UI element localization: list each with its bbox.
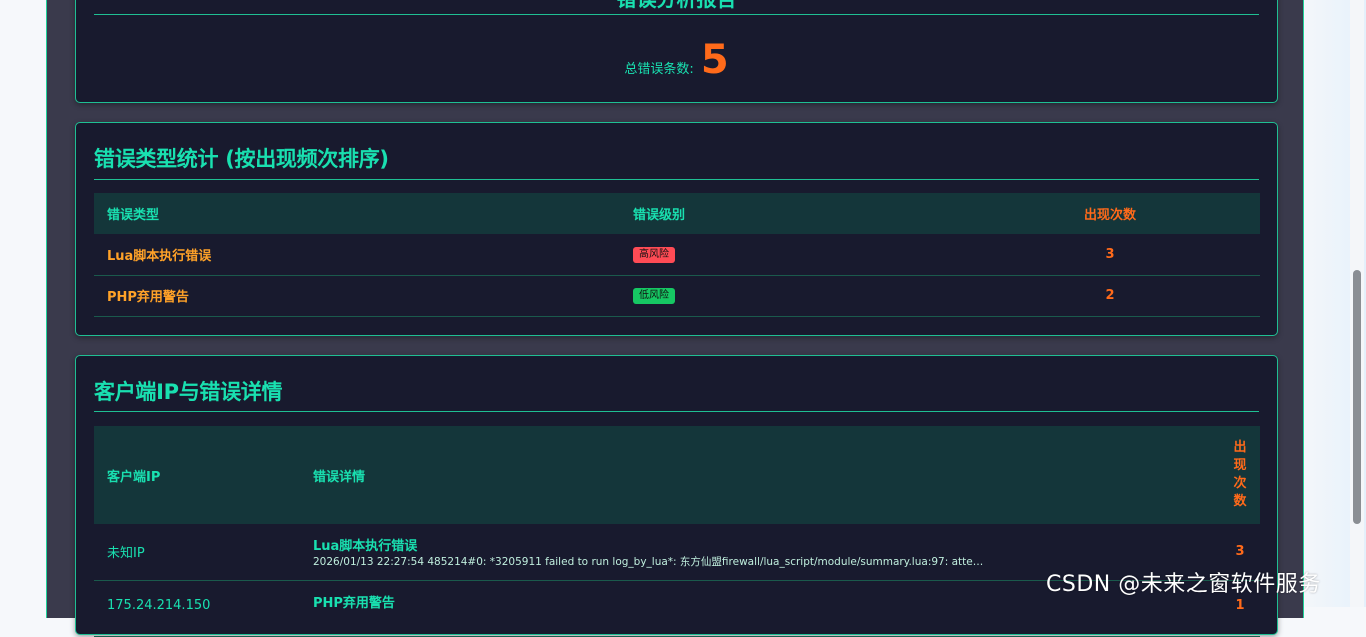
column-header-detail[interactable]: 错误详情 xyxy=(300,426,1220,524)
ip-details-title: 客户端IP与错误详情 xyxy=(94,380,283,404)
count-header-char: 数 xyxy=(1233,494,1247,509)
risk-badge-high: 高风险 xyxy=(633,246,675,263)
title-divider xyxy=(94,14,1259,15)
count-header-char: 次 xyxy=(1233,476,1247,491)
total-errors-value: 5 xyxy=(700,37,729,83)
summary-card: 错误分析报告 总错误条数: 5 xyxy=(75,0,1278,103)
report-title: 错误分析报告 xyxy=(76,0,1277,12)
csdn-watermark: CSDN @未来之窗软件服务 xyxy=(1046,572,1321,597)
title-divider xyxy=(94,411,1259,412)
error-level-cell: 高风险 xyxy=(620,234,960,276)
error-detail-message: 2026/01/13 22:27:54 485214#0: *3205911 f… xyxy=(313,555,993,568)
table-header-row: 错误类型 错误级别 出现次数 xyxy=(94,193,1260,234)
table-header-row: 客户端IP 错误详情 出 现 次 数 xyxy=(94,426,1260,524)
column-header-level[interactable]: 错误级别 xyxy=(620,193,960,234)
column-header-count[interactable]: 出现次数 xyxy=(960,193,1260,234)
table-row[interactable]: PHP弃用警告 低风险 2 xyxy=(94,275,1260,317)
report-container: 错误分析报告 总错误条数: 5 错误类型统计 (按出现频次排序) 错误类型 错误… xyxy=(46,0,1304,637)
error-type-table: 错误类型 错误级别 出现次数 Lua脚本执行错误 高风险 3 PHP弃用警告 低… xyxy=(94,193,1260,317)
error-type-title: 错误类型统计 (按出现频次排序) xyxy=(94,147,389,171)
title-divider xyxy=(94,179,1259,180)
error-type-cell: Lua脚本执行错误 xyxy=(94,234,620,276)
ip-details-table: 客户端IP 错误详情 出 现 次 数 未知IP Lua脚本执行错误 2026/0… xyxy=(94,426,1260,637)
error-count-cell: 3 xyxy=(960,234,1260,276)
client-ip-cell: 未知IP xyxy=(94,524,300,581)
scrollbar-thumb[interactable] xyxy=(1353,270,1361,524)
error-type-card: 错误类型统计 (按出现频次排序) 错误类型 错误级别 出现次数 Lua脚本执行错… xyxy=(75,122,1278,336)
column-header-count[interactable]: 出 现 次 数 xyxy=(1220,426,1260,524)
count-header-char: 现 xyxy=(1233,458,1247,473)
count-header-char: 出 xyxy=(1233,440,1247,455)
table-row[interactable]: Lua脚本执行错误 高风险 3 xyxy=(94,234,1260,276)
total-errors: 总错误条数: 5 xyxy=(76,37,1277,83)
error-detail-title: Lua脚本执行错误 xyxy=(313,538,418,554)
risk-badge-low: 低风险 xyxy=(633,288,675,304)
error-level-cell: 低风险 xyxy=(620,275,960,317)
total-errors-label: 总错误条数: xyxy=(624,62,694,77)
error-type-cell: PHP弃用警告 xyxy=(94,275,620,317)
column-header-ip[interactable]: 客户端IP xyxy=(94,426,300,524)
client-ip-cell: 175.24.214.150 xyxy=(94,580,300,637)
error-count-cell: 2 xyxy=(960,275,1260,317)
column-header-type[interactable]: 错误类型 xyxy=(94,193,620,234)
